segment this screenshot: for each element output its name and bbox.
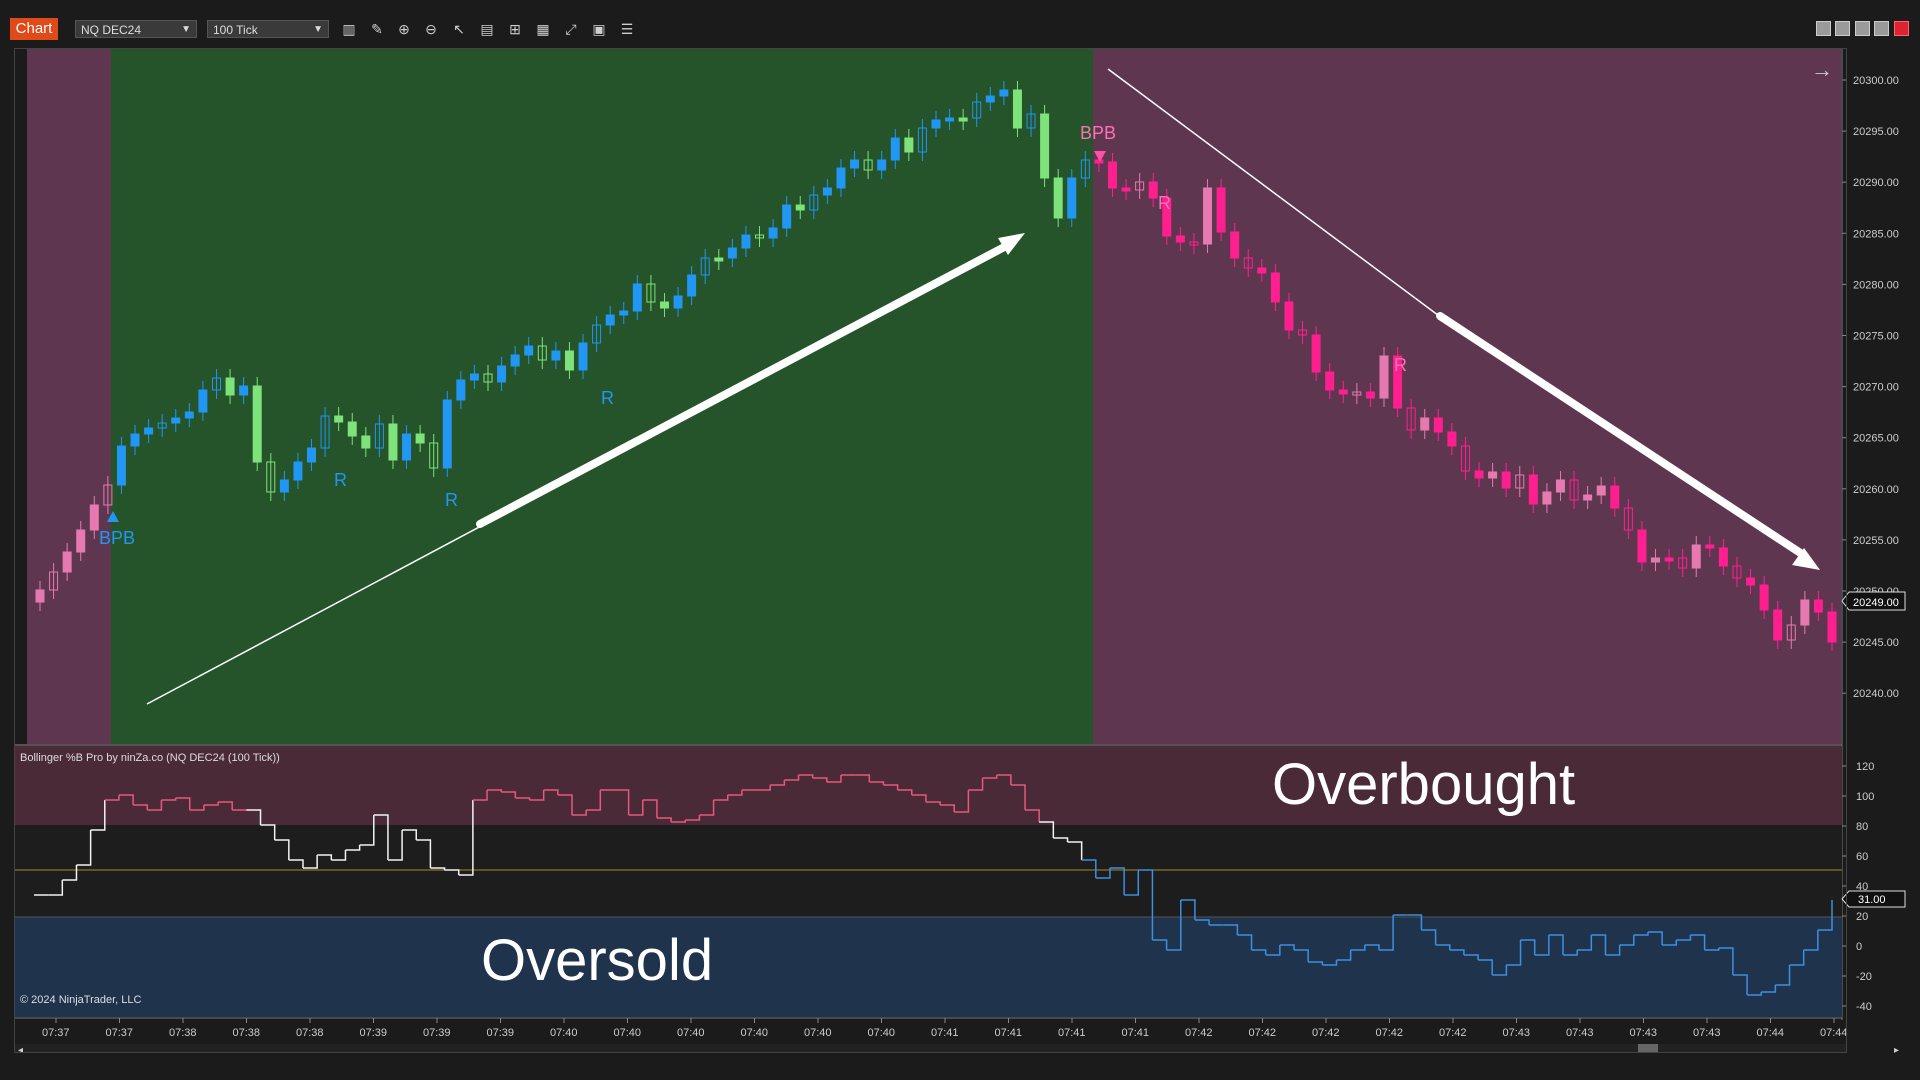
indicator-tick-label: -20 (1856, 971, 1872, 983)
indicator-tick-label: 20 (1856, 911, 1868, 923)
price-tick-label: 20300.00 (1853, 75, 1899, 87)
indicator-tick-label: 80 (1856, 821, 1868, 833)
indicator-tick-label: 120 (1856, 761, 1874, 773)
price-tick-label: 20260.00 (1853, 484, 1899, 496)
chart-frame (14, 48, 1847, 1053)
price-tick-label: 20285.00 (1853, 228, 1899, 240)
indicator-tick-label: 60 (1856, 851, 1868, 863)
indicator-tick-label: -40 (1856, 1001, 1872, 1013)
price-tick-label: 20265.00 (1853, 433, 1899, 445)
indicator-tick-label: 0 (1856, 941, 1862, 953)
price-tick-label: 20275.00 (1853, 331, 1899, 343)
indicator-tick-label: 100 (1856, 791, 1874, 803)
price-tick-label: 20245.00 (1853, 637, 1899, 649)
price-tick-label: 20290.00 (1853, 177, 1899, 189)
scroll-right-icon[interactable]: ▸ (1894, 1045, 1899, 1056)
current-indicator-value: 31.00 (1858, 894, 1886, 906)
price-tick-label: 20280.00 (1853, 279, 1899, 291)
price-tick-label: 20240.00 (1853, 688, 1899, 700)
price-tick-label: 20295.00 (1853, 126, 1899, 138)
price-tick-label: 20270.00 (1853, 382, 1899, 394)
current-price-value: 20249.00 (1853, 597, 1899, 609)
price-tick-label: 20255.00 (1853, 535, 1899, 547)
